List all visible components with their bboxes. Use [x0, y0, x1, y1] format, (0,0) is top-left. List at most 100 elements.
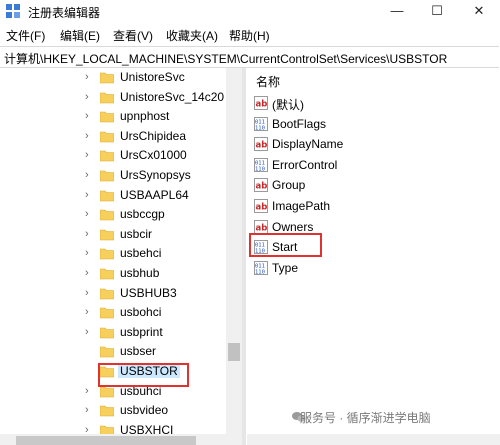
- folder-icon: [100, 229, 114, 241]
- chevron-right-icon[interactable]: ›: [85, 286, 95, 300]
- chevron-right-icon[interactable]: ›: [85, 90, 95, 104]
- value-item[interactable]: ab Group: [254, 175, 454, 195]
- tree-item[interactable]: › USBHUB3: [0, 284, 226, 303]
- svg-text:110: 110: [255, 125, 265, 131]
- chevron-right-icon[interactable]: ›: [85, 109, 95, 123]
- tree-item[interactable]: › USBAAPL64: [0, 186, 226, 205]
- tree-item-label: UnistoreSvc: [120, 70, 185, 84]
- tree-item[interactable]: › usbvideo: [0, 401, 226, 420]
- chevron-right-icon[interactable]: ›: [85, 325, 95, 339]
- tree-item-label: UnistoreSvc_14c20: [120, 89, 225, 104]
- window-title: 注册表编辑器: [28, 6, 101, 20]
- pane-splitter[interactable]: [242, 68, 246, 445]
- tree-item[interactable]: › usbccgp: [0, 205, 226, 224]
- tree-item-label: upnphost: [120, 109, 170, 124]
- menu-edit[interactable]: 编辑(E): [60, 27, 100, 44]
- dword-value-icon: 011110: [254, 157, 268, 172]
- folder-icon: [100, 327, 114, 339]
- chevron-right-icon[interactable]: ›: [85, 207, 95, 221]
- value-item[interactable]: 011 110 Type: [254, 258, 454, 278]
- menu-help[interactable]: 帮助(H): [229, 27, 270, 44]
- tree-item[interactable]: › UnistoreSvc_14c20: [0, 88, 226, 107]
- value-name: ImagePath: [272, 199, 331, 213]
- value-item[interactable]: ab (默认): [254, 93, 454, 113]
- tree-item[interactable]: › usbhub: [0, 264, 226, 283]
- folder-icon: [100, 209, 114, 221]
- value-item[interactable]: ab DisplayName: [254, 134, 454, 154]
- string-value-icon: ab: [254, 96, 268, 110]
- tree-item[interactable]: usbser: [0, 342, 226, 361]
- tree-item[interactable]: › UnistoreSvc: [0, 68, 226, 87]
- tree-item[interactable]: › upnphost: [0, 107, 226, 126]
- tree-item[interactable]: › UrsChipidea: [0, 127, 226, 146]
- svg-text:ab: ab: [256, 182, 268, 192]
- value-name: (默认): [272, 98, 304, 112]
- chevron-right-icon[interactable]: ›: [85, 266, 95, 280]
- tree-item[interactable]: › usbohci: [0, 303, 226, 322]
- menu-bar: 文件(F) 编辑(E) 查看(V) 收藏夹(A) 帮助(H): [0, 24, 500, 44]
- chevron-right-icon[interactable]: ›: [85, 384, 95, 398]
- folder-icon: [100, 249, 114, 260]
- tree-item-label: USBAAPL64: [120, 187, 189, 202]
- chevron-right-icon[interactable]: ›: [85, 70, 95, 84]
- folder-icon: [100, 268, 114, 280]
- close-button[interactable]: ✕: [462, 0, 496, 22]
- tree-item-label: usbprint: [120, 324, 163, 339]
- value-name: BootFlags: [272, 116, 327, 131]
- chevron-right-icon[interactable]: ›: [85, 403, 95, 417]
- tree-item[interactable]: › usbcir: [0, 225, 226, 244]
- annotation-box-usbstor: [98, 363, 189, 387]
- chevron-right-icon[interactable]: ›: [85, 168, 95, 182]
- svg-text:ab: ab: [256, 203, 268, 213]
- menu-favorites[interactable]: 收藏夹(A): [166, 27, 218, 44]
- chevron-right-icon[interactable]: ›: [85, 305, 95, 319]
- watermark-text: 服务号 · 循序渐进学电脑: [300, 411, 431, 425]
- tree-item[interactable]: › usbprint: [0, 323, 226, 342]
- tree-item-label: usbehci: [120, 246, 162, 261]
- title-bar: 注册表编辑器 — ☐ ✕: [0, 0, 500, 22]
- value-item[interactable]: ab ImagePath: [254, 196, 454, 216]
- svg-text:ab: ab: [256, 223, 268, 233]
- address-bar[interactable]: 计算机\HKEY_LOCAL_MACHINE\SYSTEM\CurrentCon…: [0, 46, 499, 68]
- tree-hscroll-thumb[interactable]: [16, 436, 196, 445]
- menu-view[interactable]: 查看(V): [113, 27, 153, 44]
- folder-icon: [100, 288, 114, 299]
- folder-icon: [100, 151, 114, 162]
- name-column-header[interactable]: 名称: [256, 73, 280, 90]
- maximize-button[interactable]: ☐: [420, 0, 454, 22]
- dword-value-icon: 011110: [254, 260, 268, 275]
- value-name: Owners: [272, 219, 314, 234]
- minimize-button[interactable]: —: [380, 0, 414, 22]
- svg-text:ab: ab: [256, 141, 268, 151]
- tree-vertical-scrollbar[interactable]: [226, 68, 242, 434]
- folder-icon: [100, 347, 114, 358]
- folder-icon: [100, 307, 114, 319]
- chevron-right-icon[interactable]: ›: [85, 188, 95, 202]
- string-value-icon: ab: [254, 178, 268, 193]
- value-name: ErrorControl: [272, 157, 338, 172]
- string-value-icon: ab: [254, 219, 268, 234]
- value-item[interactable]: 011 110 BootFlags: [254, 114, 454, 134]
- tree-item-label: UrsSynopsys: [120, 168, 191, 182]
- value-item[interactable]: 011 110 ErrorControl: [254, 155, 454, 175]
- chevron-right-icon[interactable]: ›: [85, 227, 95, 241]
- folder-icon: [100, 92, 114, 103]
- string-value-icon: ab: [254, 199, 268, 213]
- values-horizontal-scrollbar[interactable]: [247, 434, 500, 445]
- folder-icon: [100, 190, 114, 201]
- tree-item[interactable]: › usbehci: [0, 244, 226, 263]
- tree-item[interactable]: › UrsSynopsys: [0, 166, 226, 185]
- svg-text:ab: ab: [256, 100, 268, 110]
- value-name: Type: [272, 260, 299, 275]
- address-path[interactable]: 计算机\HKEY_LOCAL_MACHINE\SYSTEM\CurrentCon…: [4, 50, 447, 67]
- chevron-right-icon[interactable]: ›: [85, 148, 95, 162]
- tree-scroll-thumb[interactable]: [228, 343, 240, 361]
- tree-item-label: usbhub: [120, 266, 160, 280]
- svg-text:110: 110: [255, 166, 265, 172]
- folder-icon: [100, 72, 114, 84]
- menu-file[interactable]: 文件(F): [6, 27, 45, 44]
- chevron-right-icon[interactable]: ›: [85, 129, 95, 143]
- chevron-right-icon[interactable]: ›: [85, 246, 95, 260]
- tree-item[interactable]: › UrsCx01000: [0, 146, 226, 165]
- folder-icon: [100, 405, 114, 417]
